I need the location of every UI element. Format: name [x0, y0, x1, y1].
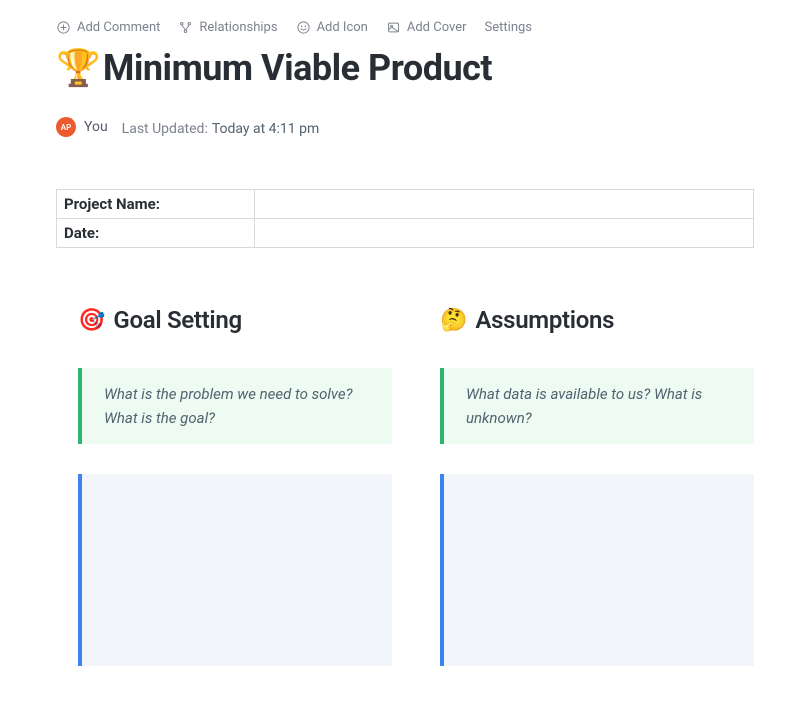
add-comment-button[interactable]: Add Comment: [56, 20, 160, 35]
section-heading-goal: 🎯 Goal Setting: [78, 306, 392, 334]
column-goal-setting: 🎯 Goal Setting What is the problem we ne…: [78, 306, 392, 666]
add-icon-button[interactable]: Add Icon: [296, 20, 368, 35]
updated-time: Today at 4:11 pm: [212, 121, 319, 137]
page-title[interactable]: Minimum Viable Product: [103, 47, 492, 89]
toolbar: Add Comment Relationships Add Icon Add C…: [56, 20, 754, 35]
updated-label: Last Updated:: [122, 121, 208, 137]
target-icon: 🎯: [78, 308, 105, 333]
callout-goal-text: What is the problem we need to solve? Wh…: [104, 382, 370, 430]
table-row: Project Name:: [57, 190, 754, 219]
columns: 🎯 Goal Setting What is the problem we ne…: [56, 306, 754, 666]
section-title-goal[interactable]: Goal Setting: [113, 306, 241, 334]
add-cover-label: Add Cover: [407, 20, 467, 35]
relationships-button[interactable]: Relationships: [178, 20, 277, 35]
callout-assumptions-text: What data is available to us? What is un…: [466, 382, 732, 430]
image-icon: [386, 20, 401, 35]
add-cover-button[interactable]: Add Cover: [386, 20, 467, 35]
column-assumptions: 🤔 Assumptions What data is available to …: [440, 306, 754, 666]
project-name-label: Project Name:: [57, 190, 255, 219]
add-comment-label: Add Comment: [77, 20, 160, 35]
author-label: You: [84, 119, 108, 135]
project-name-value[interactable]: [255, 190, 754, 219]
meta-row: AP You Last Updated: Today at 4:11 pm: [56, 117, 754, 137]
relationships-label: Relationships: [199, 20, 277, 35]
section-title-assumptions[interactable]: Assumptions: [475, 306, 614, 334]
date-value[interactable]: [255, 219, 754, 248]
date-label: Date:: [57, 219, 255, 248]
content-block-assumptions[interactable]: [440, 474, 754, 666]
section-heading-assumptions: 🤔 Assumptions: [440, 306, 754, 334]
comment-icon: [56, 20, 71, 35]
callout-assumptions[interactable]: What data is available to us? What is un…: [440, 368, 754, 444]
content-block-goal[interactable]: [78, 474, 392, 666]
add-icon-label: Add Icon: [317, 20, 368, 35]
page-emoji[interactable]: 🏆: [56, 47, 101, 89]
thinking-icon: 🤔: [440, 308, 467, 333]
avatar: AP: [56, 117, 76, 137]
author-chip[interactable]: AP You: [56, 117, 108, 137]
relationships-icon: [178, 20, 193, 35]
last-updated: Last Updated: Today at 4:11 pm: [122, 118, 320, 137]
smile-icon: [296, 20, 311, 35]
info-table: Project Name: Date:: [56, 189, 754, 248]
settings-label: Settings: [485, 20, 532, 35]
settings-button[interactable]: Settings: [485, 20, 532, 35]
callout-goal[interactable]: What is the problem we need to solve? Wh…: [78, 368, 392, 444]
page-title-row: 🏆 Minimum Viable Product: [56, 47, 754, 89]
table-row: Date:: [57, 219, 754, 248]
